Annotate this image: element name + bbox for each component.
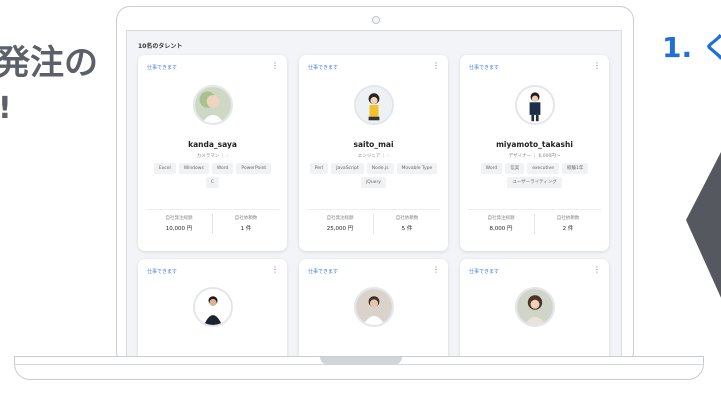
skill-chip: C [205,177,220,188]
talent-name[interactable]: kanda_saya [138,140,287,149]
stat-value: 1 件 [240,226,252,232]
order-total-stat: 自社発注総額 10,000 円 [146,210,212,238]
request-count-stat: 自社依頼数 5 件 [373,214,440,234]
talent-card[interactable]: 仕事できます ⋮ miyamoto_takashi デザイナー ｜ 6,000円… [460,55,609,251]
avatar [515,287,555,327]
stat-value: 2 件 [562,226,574,232]
stat-label: 自社発注総額 [165,216,193,221]
skill-chip: PowerPoint [236,163,272,174]
avatar [193,287,233,327]
availability-tag: 仕事できます [469,269,500,275]
skill-chip: Movable Type [396,163,438,174]
stat-label: 自社発注総額 [487,216,515,221]
request-count-stat: 自社依頼数 1 件 [212,214,279,234]
talent-name[interactable]: saito_mai [299,140,448,149]
step-label: 1. く [662,31,721,64]
skill-chip: executive [527,163,559,174]
talent-card[interactable]: 仕事できます ⋮ [460,259,609,359]
stat-label: 自社依頼数 [395,216,419,221]
more-menu-icon[interactable]: ⋮ [432,62,440,70]
order-stats: 自社発注総額 8,000 円 自社依頼数 2 件 [468,209,601,238]
more-menu-icon[interactable]: ⋮ [271,266,279,274]
talent-role: カメラマン ｜ - [196,154,229,159]
headline-line-2: ! [0,86,98,132]
skill-chip: Windows [178,163,209,174]
talent-card[interactable]: 仕事できます ⋮ kanda_saya カメラマン ｜ - Excel Wind… [138,55,287,251]
availability-tag: 仕事できます [308,65,339,71]
skill-chip: Perl [309,163,329,174]
stat-label: 自社依頼数 [556,216,580,221]
laptop-notch [320,357,402,365]
request-count-stat: 自社依頼数 2 件 [534,214,601,234]
more-menu-icon[interactable]: ⋮ [593,266,601,274]
skill-chip: Word [211,163,234,174]
skill-chip: jQuery [361,177,386,188]
headline: 発注の ! [0,40,98,132]
skill-chips: Word 信実 executive 経験1年 ユーザーライティング [468,163,601,188]
skill-chip: JavaScript [331,163,364,174]
arrow-shape-icon [686,151,721,298]
availability-tag: 仕事できます [469,65,500,71]
availability-tag: 仕事できます [308,269,339,275]
stat-value: 25,000 円 [326,226,354,232]
skill-chip: Excel [153,163,176,174]
skill-chips: Excel Windows Word PowerPoint C [146,163,279,188]
order-total-stat: 自社発注総額 8,000 円 [468,210,534,238]
availability-tag: 仕事できます [147,269,178,275]
avatar [354,85,394,125]
order-stats: 自社発注総額 10,000 円 自社依頼数 1 件 [146,209,279,238]
camera-icon [372,16,380,24]
more-menu-icon[interactable]: ⋮ [432,266,440,274]
talent-role: デザイナー ｜ 6,000円〜 [508,154,561,159]
avatar [354,287,394,327]
stat-value: 5 件 [401,226,413,232]
skill-chip: ユーザーライティング [507,177,562,188]
stat-value: 8,000 円 [489,226,513,232]
avatar [515,85,555,125]
talent-card[interactable]: 仕事できます ⋮ [299,259,448,359]
order-total-stat: 自社発注総額 25,000 円 [307,210,373,238]
stat-label: 自社依頼数 [234,216,258,221]
skill-chip: Word [480,163,503,174]
talent-count-title: 10名のタレント [138,43,183,50]
skill-chip: 経験1年 [561,163,589,174]
talent-card[interactable]: 仕事できます ⋮ saito_mai エンジニア ｜ - Perl JavaSc… [299,55,448,251]
talent-role: エンジニア ｜ - [357,154,390,159]
stat-value: 10,000 円 [165,226,193,232]
avatar [193,85,233,125]
laptop-screen: 10名のタレント 仕事できます ⋮ kanda_saya カメラマン ｜ - E… [126,30,622,360]
order-stats: 自社発注総額 25,000 円 自社依頼数 5 件 [307,209,440,238]
headline-line-1: 発注の [0,43,98,83]
talent-name[interactable]: miyamoto_takashi [460,140,609,149]
skill-chip: Node.js [366,163,394,174]
more-menu-icon[interactable]: ⋮ [271,62,279,70]
availability-tag: 仕事できます [147,65,178,71]
stat-label: 自社発注総額 [326,216,354,221]
talent-card[interactable]: 仕事できます ⋮ [138,259,287,359]
more-menu-icon[interactable]: ⋮ [593,62,601,70]
skill-chips: Perl JavaScript Node.js Movable Type jQu… [307,163,440,188]
skill-chip: 信実 [505,163,525,174]
